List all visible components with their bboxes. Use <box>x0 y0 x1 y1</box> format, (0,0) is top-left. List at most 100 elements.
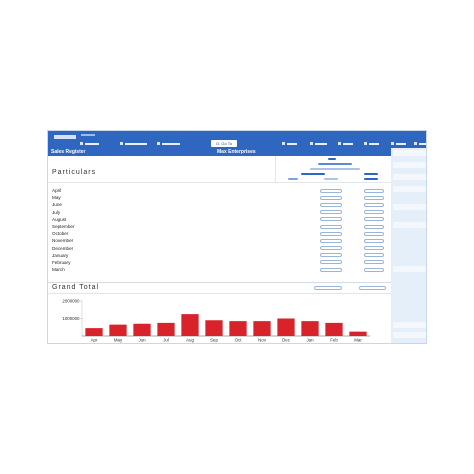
debit-cell <box>320 253 342 258</box>
month-row-july[interactable]: July <box>52 209 74 216</box>
column-header-bar <box>318 163 352 165</box>
menu-item-5[interactable] <box>310 141 327 146</box>
report-title: Sales Register <box>51 149 86 155</box>
menu-item-4[interactable] <box>282 141 297 146</box>
menu-item-9[interactable] <box>414 141 426 146</box>
month-row-april[interactable]: April <box>52 187 74 194</box>
debit-cell <box>320 188 342 193</box>
debit-cell <box>320 238 342 243</box>
value-row <box>320 194 384 201</box>
menu-item-6[interactable] <box>338 141 353 146</box>
credit-cell <box>364 217 384 222</box>
credit-cell <box>364 267 384 272</box>
menu-item-3[interactable] <box>157 141 180 146</box>
month-row-january[interactable]: January <box>52 252 74 259</box>
value-row <box>320 266 384 273</box>
value-row <box>320 201 384 208</box>
header-line <box>81 134 95 136</box>
menu-label <box>396 142 406 145</box>
month-row-august[interactable]: August <box>52 216 74 223</box>
month-row-june[interactable]: June <box>52 201 74 208</box>
month-row-march[interactable]: March <box>52 266 74 273</box>
x-tick-label: Jul <box>163 338 169 343</box>
menu-icon <box>120 142 123 145</box>
side-button-6[interactable] <box>393 222 426 228</box>
grand-total-underline <box>48 293 391 294</box>
menu-label <box>419 142 426 145</box>
value-row <box>320 237 384 244</box>
month-row-february[interactable]: February <box>52 259 74 266</box>
credit-cell <box>364 202 384 207</box>
menu-icon <box>391 142 394 145</box>
goto-button-label: G: Go To <box>216 141 232 146</box>
column-header-bar <box>324 178 338 180</box>
report-body: Particulars April May June July August S… <box>48 156 391 343</box>
month-list: April May June July August September Oct… <box>52 187 74 273</box>
month-row-november[interactable]: November <box>52 237 74 244</box>
bar-nov <box>253 321 271 336</box>
x-tick-label: Jan <box>306 338 314 343</box>
side-button-4[interactable] <box>393 186 426 192</box>
side-button-1[interactable] <box>393 150 426 156</box>
bar-mar <box>349 331 367 336</box>
side-button-8[interactable] <box>393 322 426 328</box>
credit-cell <box>364 210 384 215</box>
x-tick-label: Dec <box>282 338 291 343</box>
bar-jan <box>301 321 319 336</box>
side-button-7[interactable] <box>393 266 426 272</box>
value-cells <box>320 187 384 273</box>
value-row <box>320 216 384 223</box>
month-row-october[interactable]: October <box>52 230 74 237</box>
debit-cell <box>320 231 342 236</box>
particulars-header: Particulars <box>52 169 97 176</box>
value-row <box>320 245 384 252</box>
debit-cell <box>320 217 342 222</box>
debit-cell <box>320 260 342 265</box>
month-row-may[interactable]: May <box>52 194 74 201</box>
grand-total-credit <box>359 286 386 290</box>
menu-item-2[interactable] <box>120 141 147 146</box>
goto-button[interactable]: G: Go To <box>211 140 237 147</box>
side-button-5[interactable] <box>393 204 426 210</box>
menu-label <box>315 142 327 145</box>
side-button-9[interactable] <box>393 332 426 338</box>
column-header-bar <box>310 168 360 170</box>
x-tick-label: Jun <box>138 338 146 343</box>
value-row <box>320 187 384 194</box>
value-row <box>320 223 384 230</box>
menu-item-8[interactable] <box>391 141 406 146</box>
side-button-2[interactable] <box>393 162 426 168</box>
x-tick-label: Nov <box>258 338 267 343</box>
header-divider <box>48 182 391 183</box>
x-tick-label: Apr <box>91 338 98 343</box>
value-row <box>320 209 384 216</box>
y-tick-label: 2000000 <box>62 299 80 304</box>
month-row-september[interactable]: September <box>52 223 74 230</box>
value-row <box>320 230 384 237</box>
debit-cell <box>320 224 342 229</box>
column-header-bar <box>288 178 298 180</box>
bar-aug <box>181 314 199 336</box>
debit-cell <box>320 267 342 272</box>
side-button-3[interactable] <box>393 174 426 180</box>
menu-label <box>85 142 99 145</box>
menu-icon <box>364 142 367 145</box>
menu-label <box>162 142 180 145</box>
debit-cell <box>320 246 342 251</box>
bar-feb <box>325 322 343 336</box>
bar-jun <box>133 323 151 336</box>
credit-cell <box>364 231 384 236</box>
x-tick-label: Oct <box>235 338 243 343</box>
menu-item-1[interactable] <box>80 141 99 146</box>
bar-oct <box>229 321 247 336</box>
menu-icon <box>80 142 83 145</box>
bar-apr <box>85 328 103 336</box>
title-row: Sales Register Max Enterprises <box>48 148 391 156</box>
column-header-bar <box>328 158 336 160</box>
company-name: Max Enterprises <box>217 149 256 155</box>
menu-icon <box>282 142 285 145</box>
menu-label <box>125 142 147 145</box>
month-row-december[interactable]: December <box>52 245 74 252</box>
monthly-sales-chart: 2000000 1000000 Apr May Jun Jul Aug Sep Oct Nov De… <box>62 299 370 343</box>
menu-item-7[interactable] <box>364 141 379 146</box>
